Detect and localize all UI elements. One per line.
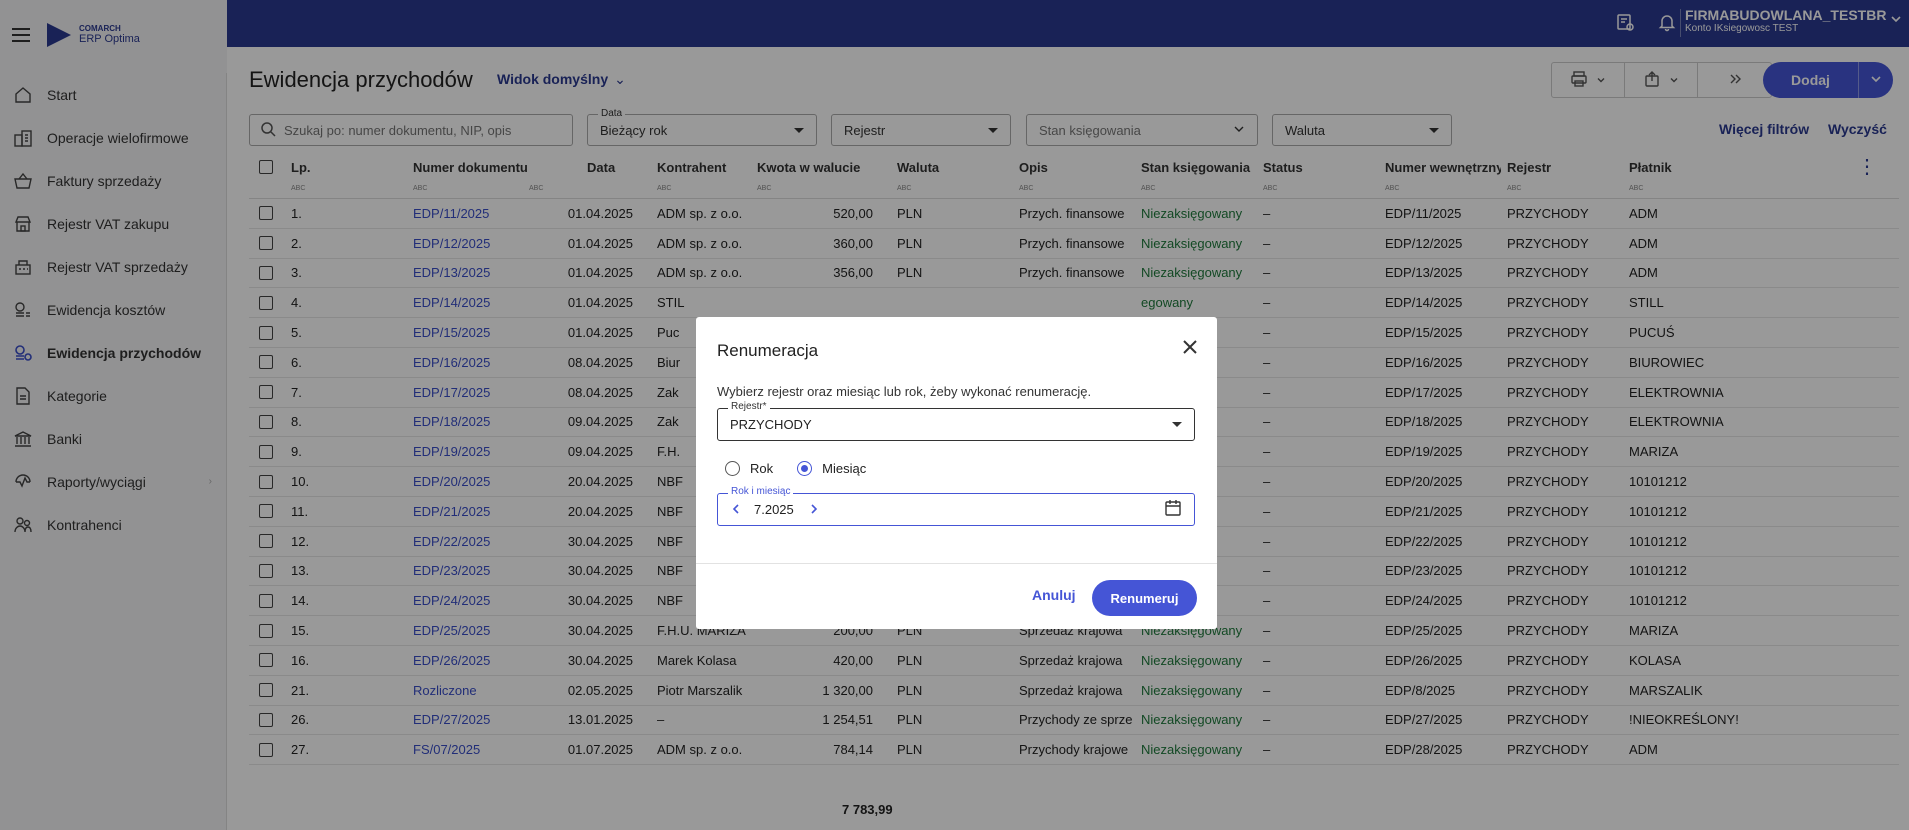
year-month-value: 7.2025 — [754, 502, 794, 517]
dialog-description: Wybierz rejestr oraz miesiąc lub rok, że… — [717, 384, 1092, 399]
renumber-button[interactable]: Renumeruj — [1092, 580, 1197, 616]
radio-year-label: Rok — [750, 461, 774, 476]
radio-month-label: Miesiąc — [822, 461, 867, 476]
chevron-right-icon[interactable] — [808, 502, 820, 518]
radio-month[interactable] — [797, 461, 813, 476]
register-select-label: Rejestr* — [728, 401, 770, 412]
chevron-left-icon[interactable] — [730, 502, 742, 518]
period-type-radios: Rok Miesiąc — [725, 461, 866, 476]
year-month-field[interactable]: Rok i miesiąc 7.2025 — [717, 486, 1195, 526]
dropdown-arrow-icon — [1172, 422, 1182, 427]
calendar-icon[interactable] — [1164, 499, 1182, 520]
dialog-title: Renumeracja — [717, 341, 819, 360]
register-select[interactable]: Rejestr* PRZYCHODY — [717, 401, 1195, 441]
radio-year[interactable] — [725, 461, 740, 476]
dialog-divider — [696, 563, 1217, 564]
year-month-label: Rok i miesiąc — [728, 486, 794, 497]
register-select-value: PRZYCHODY — [730, 417, 812, 432]
renumbering-dialog: Renumeracja Wybierz rejestr oraz miesiąc… — [696, 317, 1217, 629]
close-icon[interactable] — [1181, 337, 1199, 361]
cancel-button[interactable]: Anuluj — [1032, 587, 1076, 603]
